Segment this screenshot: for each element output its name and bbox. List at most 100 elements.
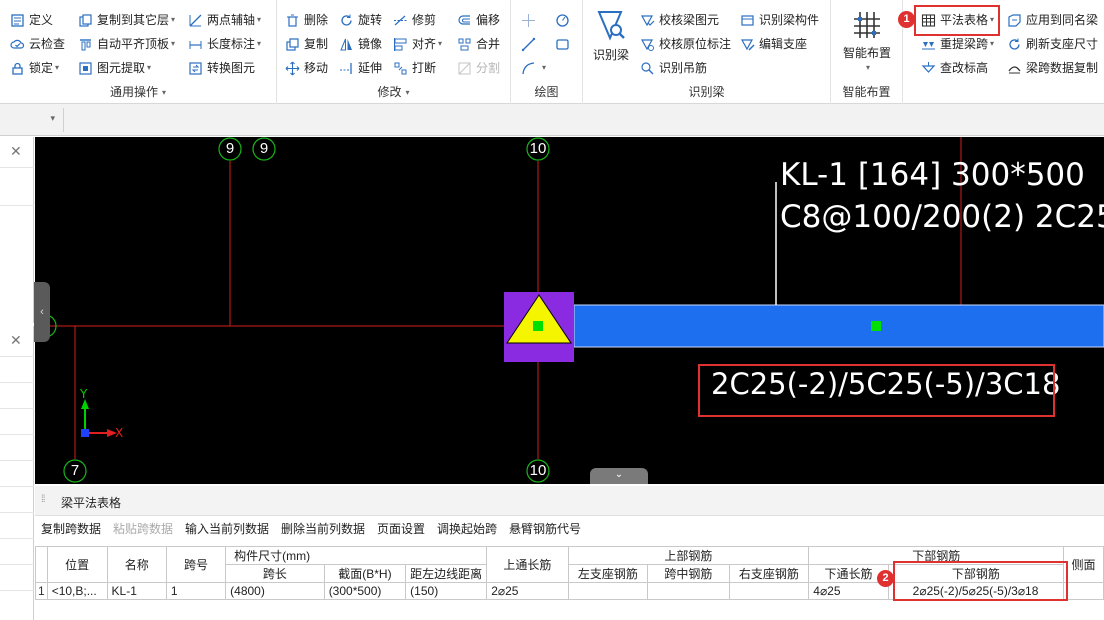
beam-kl-1 [573, 304, 1104, 348]
header-dims-group: 构件尺寸(mm) [225, 546, 488, 565]
define-icon [10, 13, 25, 28]
header-name[interactable]: 名称 [106, 546, 167, 583]
header-top-through[interactable]: 上通长筋 [486, 546, 569, 583]
extend-button[interactable]: 延伸 [339, 58, 382, 78]
elevation-button[interactable]: 查改标高 [921, 58, 988, 78]
trim-label: 修剪 [412, 13, 437, 27]
cell-span-no[interactable]: 1 [165, 582, 227, 600]
lock-button[interactable]: 锁定 ▾ [10, 58, 59, 78]
header-section[interactable]: 截面(B*H) [323, 564, 407, 583]
header-left-support[interactable]: 左支座钢筋 [567, 564, 649, 583]
delete-column-data-button[interactable]: 删除当前列数据 [281, 520, 365, 537]
draw-point-button[interactable] [521, 10, 540, 30]
chevron-down-icon: ▾ [257, 15, 262, 24]
chevron-down-icon: ▾ [162, 88, 167, 97]
chevron-down-icon: ▾ [865, 63, 870, 72]
recognize-hanger-label: 识别吊筋 [659, 61, 708, 75]
cell-side[interactable] [1063, 582, 1104, 600]
expand-bottom-panel-handle[interactable]: ⌄ [590, 468, 648, 484]
convert-element-button[interactable]: 转换图元 [188, 58, 255, 78]
two-point-axis-button[interactable]: 两点辅轴 ▾ [188, 10, 261, 30]
marker-1: 1 [898, 11, 915, 28]
beam-label-line1: KL-1 [164] 300*500 [780, 157, 1085, 193]
rotate-button[interactable]: 旋转 [339, 10, 382, 30]
cloud-check-button[interactable]: 云检查 [10, 34, 65, 54]
element-extract-button[interactable]: 图元提取 ▾ [78, 58, 151, 78]
recognize-hanger-button[interactable]: 识别吊筋 [640, 58, 707, 78]
offset-button[interactable]: 偏移 [457, 10, 500, 30]
draw-arc-button[interactable]: ▾ [521, 58, 546, 78]
split-button[interactable]: 分割 [457, 58, 500, 78]
header-span-len[interactable]: 跨长 [225, 564, 325, 583]
span-data-copy-label: 梁跨数据复制 [1026, 61, 1099, 75]
axis-label-7: 7 [70, 462, 80, 479]
cantilever-rebar-code-button[interactable]: 悬臂钢筋代号 [509, 520, 581, 537]
header-side[interactable]: 侧面 [1063, 546, 1104, 583]
delete-button[interactable]: 删除 [285, 10, 328, 30]
header-mid-span[interactable]: 跨中钢筋 [647, 564, 730, 583]
header-position[interactable]: 位置 [46, 546, 108, 583]
recognize-beam-button[interactable]: 识别梁 [589, 8, 633, 63]
recognize-beam-label: 识别梁 [592, 48, 629, 62]
smart-layout-button[interactable]: 智能布置 ▾ [835, 10, 899, 72]
edit-support-button[interactable]: 编辑支座 [740, 34, 807, 54]
close-icon[interactable]: ✕ [10, 332, 22, 349]
define-button[interactable]: 定义 [10, 10, 53, 30]
chevron-down-icon: ▾ [147, 63, 152, 72]
refresh-support-button[interactable]: 刷新支座尺寸 [1007, 34, 1098, 54]
re-span-icon [921, 37, 936, 52]
drawing-canvas[interactable]: 9 9 10 10 7 KL-1 [164] 300*500 C8@100/20… [35, 137, 1104, 484]
copy-button[interactable]: 复制 [285, 34, 328, 54]
close-icon[interactable]: ✕ [10, 143, 22, 160]
smart-layout-label: 智能布置 [842, 46, 891, 60]
cell-name[interactable]: KL-1 [106, 582, 167, 600]
collapse-panel-handle[interactable]: ‹ [34, 282, 50, 342]
copy-span-data-button[interactable]: 复制跨数据 [41, 520, 101, 537]
beam-grip-mid [871, 321, 881, 331]
cell-edge-dist[interactable]: (150) [405, 582, 488, 600]
header-edge-dist[interactable]: 距左边线距离 [405, 564, 488, 583]
trim-button[interactable]: 修剪 [393, 10, 436, 30]
length-dimension-button[interactable]: 长度标注 ▾ [188, 34, 261, 54]
merge-button[interactable]: 合并 [457, 34, 500, 54]
paste-span-data-button[interactable]: 粘贴跨数据 [113, 520, 173, 537]
check-beam-button[interactable]: 校核梁图元 [640, 10, 719, 30]
chevron-down-icon: ▾ [257, 39, 262, 48]
cell-section[interactable]: (300*500) [323, 582, 407, 600]
floor-combo[interactable]: ▾ [0, 108, 64, 132]
input-column-data-button[interactable]: 输入当前列数据 [185, 520, 269, 537]
span-data-copy-icon [1007, 61, 1022, 76]
draw-circle-button[interactable] [555, 10, 574, 30]
cell-mid-span[interactable] [647, 582, 730, 600]
page-setup-button[interactable]: 页面设置 [377, 520, 425, 537]
cell-right-support[interactable] [728, 582, 810, 600]
re-span-button[interactable]: 重提梁跨 ▾ [921, 34, 994, 54]
draw-rect-button[interactable] [555, 34, 574, 54]
align-button[interactable]: 对齐 ▾ [393, 34, 442, 54]
break-button[interactable]: 打断 [393, 58, 436, 78]
cell-position[interactable]: <10,B;... [46, 582, 108, 600]
drag-grip-icon[interactable]: ⁞⁞ [41, 494, 49, 508]
check-annotation-button[interactable]: 校核原位标注 [640, 34, 731, 54]
cell-left-support[interactable] [567, 582, 649, 600]
offset-icon [457, 13, 472, 28]
ribbon-group-modify: 删除 复制 移动 旋转 镜像 延伸 修剪 对齐 ▾ 打断 偏移 合并 分割 修改… [277, 0, 511, 104]
align-top-button[interactable]: 自动平齐顶板 ▾ [78, 34, 175, 54]
draw-line-button[interactable] [521, 34, 540, 54]
span-data-copy-button[interactable]: 梁跨数据复制 [1007, 58, 1098, 78]
smart-layout-grid-icon [854, 12, 880, 38]
cell-span-len[interactable]: (4800) [225, 582, 325, 600]
recognize-beam-component-button[interactable]: 识别梁构件 [740, 10, 819, 30]
axis-label-9-left: 9 [225, 140, 235, 157]
swap-start-span-button[interactable]: 调换起始跨 [437, 520, 497, 537]
move-button[interactable]: 移动 [285, 58, 328, 78]
cell-bottom-through[interactable]: 4⌀25 [808, 582, 889, 600]
apply-same-name-button[interactable]: 应用到同名梁 [1007, 10, 1098, 30]
header-span-no[interactable]: 跨号 [165, 546, 227, 583]
lock-label: 锁定 [29, 61, 54, 75]
mirror-button[interactable]: 镜像 [339, 34, 382, 54]
header-right-support[interactable]: 右支座钢筋 [728, 564, 810, 583]
cell-top-through[interactable]: 2⌀25 [486, 582, 569, 600]
copy-to-floor-button[interactable]: 复制到其它层 ▾ [78, 10, 175, 30]
two-point-axis-label: 两点辅轴 [207, 13, 256, 27]
